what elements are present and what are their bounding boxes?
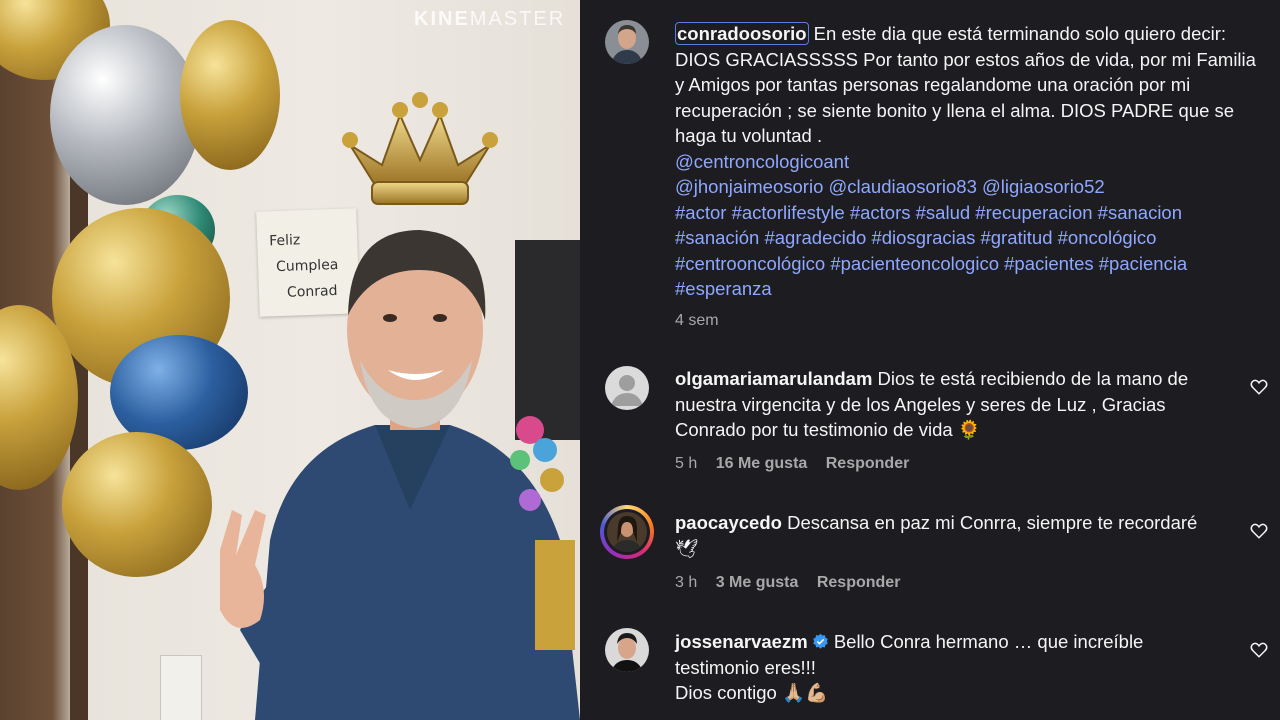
- commenter-avatar[interactable]: [605, 366, 649, 410]
- balloon: [180, 20, 280, 170]
- like-heart-icon[interactable]: [1250, 641, 1268, 659]
- commenter-avatar-story-ring[interactable]: [600, 505, 654, 559]
- hashtag-link[interactable]: #sanación: [675, 227, 759, 248]
- hashtag-link[interactable]: #diosgracias: [871, 227, 975, 248]
- caption-username[interactable]: conradoosorio: [675, 22, 809, 45]
- hashtag-link[interactable]: #centrooncológico: [675, 253, 825, 274]
- comment-meta: 5 h 16 Me gusta Responder: [675, 455, 923, 473]
- mention-link[interactable]: @jhonjaimeosorio: [675, 176, 823, 197]
- comment-likes[interactable]: 3 Me gusta: [716, 574, 799, 591]
- post-video[interactable]: Feliz Cumplea Conrad KINEMASTER: [0, 0, 580, 720]
- hashtag-link[interactable]: #salud: [916, 202, 971, 223]
- mention-link[interactable]: @ligiaosorio52: [982, 176, 1105, 197]
- kinemaster-watermark: KINEMASTER: [414, 8, 566, 30]
- comment-likes[interactable]: 16 Me gusta: [716, 455, 808, 472]
- balloon: [50, 25, 200, 205]
- person-figure: [220, 230, 580, 720]
- mention-link[interactable]: @centroncologicoant: [675, 151, 849, 172]
- comments-panel: conradoosorio En este dia que está termi…: [580, 0, 1280, 720]
- hashtag-link[interactable]: #agradecido: [764, 227, 866, 248]
- hashtag-link[interactable]: #oncológico: [1058, 227, 1157, 248]
- comment-username[interactable]: paocaycedo: [675, 512, 782, 533]
- caption-time[interactable]: 4 sem: [675, 312, 719, 329]
- balloon: [62, 432, 212, 577]
- mention-link[interactable]: @claudiaosorio83: [829, 176, 977, 197]
- like-heart-icon[interactable]: [1250, 522, 1268, 540]
- hashtag-link[interactable]: #gratitud: [980, 227, 1052, 248]
- comment-time[interactable]: 5 h: [675, 455, 697, 472]
- profile-photo: [605, 628, 649, 672]
- comment-time[interactable]: 3 h: [675, 574, 697, 591]
- post-caption: conradoosorio En este dia que está termi…: [675, 21, 1265, 302]
- author-avatar[interactable]: [605, 20, 649, 64]
- comment-text: jossenarvaezm Bello Conra hermano … que …: [675, 629, 1220, 706]
- hashtag-link[interactable]: #recuperacion: [975, 202, 1092, 223]
- caption-meta: 4 sem: [675, 312, 733, 330]
- crown-balloon: [342, 92, 498, 205]
- comment-username[interactable]: jossenarvaezm: [675, 631, 808, 652]
- hashtag-link[interactable]: #esperanza: [675, 278, 772, 299]
- comment-text: olgamariamarulandam Dios te está recibie…: [675, 366, 1220, 443]
- light-switch: [160, 655, 202, 720]
- hashtag-link[interactable]: #paciencia: [1099, 253, 1187, 274]
- hashtag-link[interactable]: #sanacion: [1098, 202, 1182, 223]
- hashtag-link[interactable]: #actorlifestyle: [732, 202, 845, 223]
- hashtag-link[interactable]: #actor: [675, 202, 726, 223]
- comment-text: paocaycedo Descansa en paz mi Conrra, si…: [675, 510, 1220, 561]
- comment-meta: 3 h 3 Me gusta Responder: [675, 574, 914, 592]
- like-heart-icon[interactable]: [1250, 378, 1268, 396]
- comment-username[interactable]: olgamariamarulandam: [675, 368, 872, 389]
- hashtag-link[interactable]: #pacienteoncologico: [830, 253, 999, 274]
- verified-badge-icon: [812, 633, 828, 649]
- profile-photo: [607, 512, 647, 552]
- reply-button[interactable]: Responder: [817, 574, 901, 591]
- comment-body: Dios contigo 🙏🏼💪🏼: [675, 682, 829, 703]
- hashtag-link[interactable]: #pacientes: [1004, 253, 1093, 274]
- reply-button[interactable]: Responder: [826, 455, 910, 472]
- commenter-avatar[interactable]: [605, 628, 649, 672]
- hashtag-link[interactable]: #actors: [850, 202, 911, 223]
- default-avatar-icon: [605, 366, 649, 410]
